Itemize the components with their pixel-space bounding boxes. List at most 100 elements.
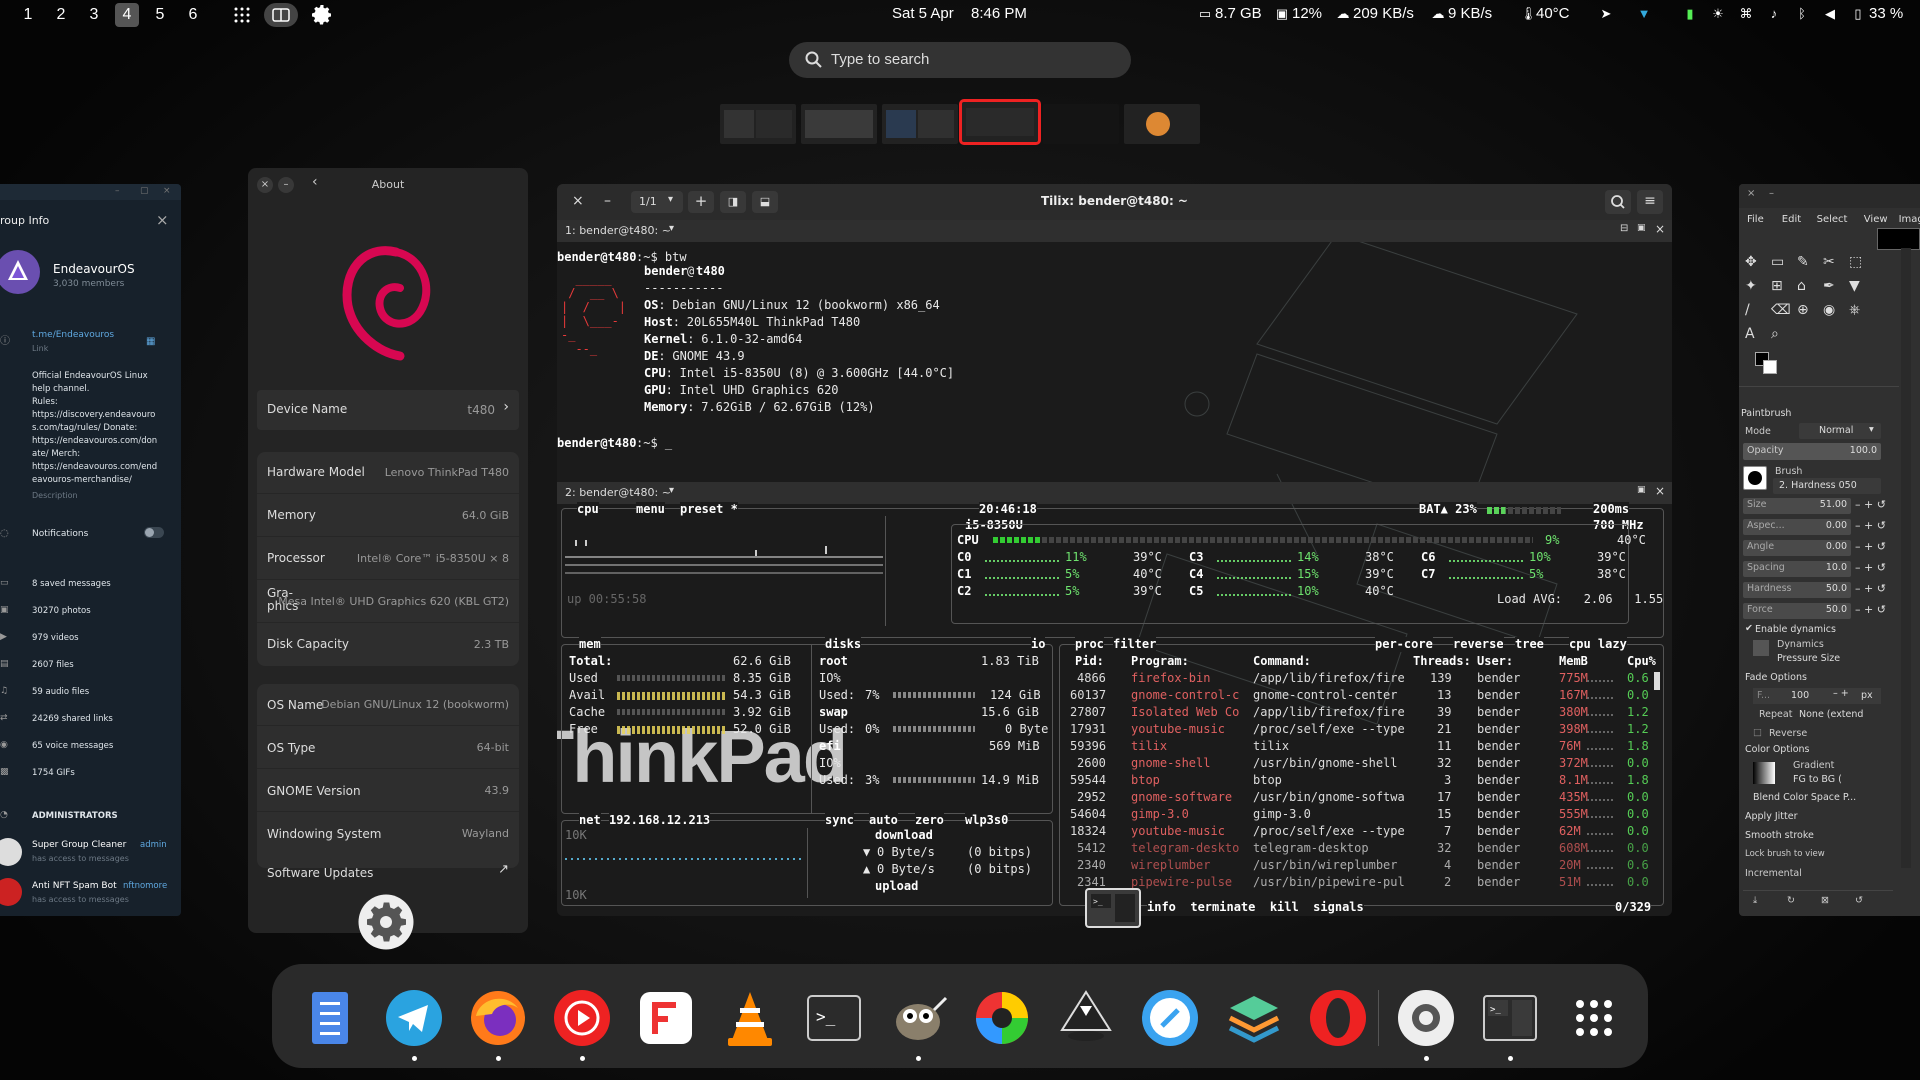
tool-param-slider[interactable]: Spacing 10.0 — [1743, 561, 1851, 577]
btop-proc-row[interactable]: 2952 gnome-software/usr/bin/gnome-softwa 1… — [1061, 790, 1661, 806]
qr-code-icon[interactable]: ▦ — [146, 336, 155, 347]
btop-preset-tab[interactable]: preset * — [680, 502, 738, 517]
rect-select-icon[interactable]: ▭ — [1771, 254, 1784, 270]
battery-icon[interactable]: ▯ — [1850, 6, 1866, 22]
dock-vlc-icon[interactable] — [718, 986, 782, 1050]
minimize-button[interactable]: – — [115, 186, 120, 196]
gimp-menu-item[interactable]: Edit — [1782, 214, 1801, 225]
workspace-3[interactable]: 3 — [82, 3, 106, 27]
dock-app-grid-icon[interactable] — [1562, 986, 1626, 1050]
dock-tilix-icon[interactable]: >_ — [1478, 986, 1542, 1050]
btop-proc-row[interactable]: 18324 youtube-music/proc/self/exe --type 7… — [1061, 824, 1661, 840]
lock-brush-checkbox[interactable]: Lock brush to view — [1745, 849, 1825, 859]
btop-net-tab[interactable]: net — [579, 813, 601, 828]
admin-name-1[interactable]: Super Group Cleaner — [32, 840, 126, 850]
mode-dropdown[interactable]: Normal ▾ — [1799, 423, 1881, 439]
terminal-2-close-icon[interactable]: × — [1655, 484, 1665, 498]
close-button[interactable]: × — [1747, 188, 1755, 199]
terminal-1-pin-icon[interactable]: ⊟ — [1620, 223, 1628, 234]
terminal-1[interactable]: bender@t480 :~$ btw _____ / __ \ | / | |… — [557, 242, 1672, 482]
dock-inkscape-icon[interactable] — [1054, 986, 1118, 1050]
btop-rate[interactable]: 200ms — [1593, 502, 1630, 517]
brush-selector[interactable]: 2. Hardness 050 — [1773, 478, 1881, 494]
tool-param-slider[interactable]: Hardness 50.0 — [1743, 582, 1851, 598]
hamburger-menu-icon[interactable]: ≡ — [1637, 190, 1663, 214]
stat-item[interactable]: 8 saved messages — [32, 579, 111, 589]
minimize-button[interactable]: – — [1769, 188, 1774, 199]
dock-shortwave-icon[interactable] — [1138, 986, 1202, 1050]
zoom-icon[interactable]: ⌕ — [1771, 326, 1779, 342]
enable-dynamics-checkbox[interactable]: ✔ — [1745, 623, 1753, 634]
dock-opera-icon[interactable] — [1306, 986, 1370, 1050]
workspace-1[interactable]: 1 — [16, 3, 40, 27]
dock-files-icon[interactable] — [298, 986, 362, 1050]
reverse-checkbox[interactable]: Reverse — [1769, 728, 1807, 739]
gradient-value[interactable]: FG to BG ( — [1793, 774, 1842, 785]
close-icon[interactable]: × — [156, 211, 169, 229]
btop-tree[interactable]: tree — [1515, 637, 1544, 652]
stat-item[interactable]: 65 voice messages — [32, 741, 113, 751]
tool-param-slider[interactable]: Force 50.0 — [1743, 603, 1851, 619]
delete-preset-icon[interactable]: ⊠ — [1821, 895, 1829, 906]
bucket-fill-icon[interactable]: ⌂ — [1797, 278, 1806, 294]
app-grid-icon[interactable] — [234, 7, 250, 23]
fuzzy-select-icon[interactable]: ✂ — [1823, 254, 1835, 270]
btop-panel[interactable]: cpu menu preset * 20:46:18 BAT▲ 23% 200m… — [557, 502, 1672, 916]
fade-options[interactable]: Fade Options — [1745, 672, 1807, 683]
dock-youtube-music-icon[interactable] — [550, 986, 614, 1050]
dock-firefox-icon[interactable] — [466, 986, 530, 1050]
btop-proc-row[interactable]: 60137 gnome-control-c gnome-control-center… — [1061, 688, 1661, 704]
btop-proc-row[interactable]: 2600 gnome-shell/usr/bin/gnome-shell 32 ben… — [1061, 756, 1661, 772]
admin-name-2[interactable]: Anti NFT Spam Bot — [32, 881, 117, 891]
brush-preview[interactable] — [1743, 466, 1767, 490]
param-stepper[interactable]: – + ↺ — [1855, 498, 1886, 511]
dock-layers-icon[interactable] — [1222, 986, 1286, 1050]
dock-gimp-icon[interactable] — [886, 986, 950, 1050]
tool-param-slider[interactable]: Angle 0.00 — [1743, 540, 1851, 556]
eraser-icon[interactable]: ▼ — [1849, 278, 1860, 294]
btop-proc-row[interactable]: 59544 btop btop 3 bender 8.1M 1.8 — [1061, 773, 1661, 789]
network-icon[interactable]: ⌘ — [1738, 6, 1754, 22]
btop-cpu-tab[interactable]: cpu — [577, 502, 599, 517]
gradient-preview[interactable] — [1753, 762, 1775, 784]
stat-item[interactable]: 1754 GIFs — [32, 768, 75, 778]
workspace-5[interactable]: 5 — [148, 3, 172, 27]
group-link[interactable]: t.me/Endeavouros — [32, 330, 114, 340]
brightness-icon[interactable]: ☀ — [1710, 6, 1726, 22]
dock-flathub-icon[interactable] — [634, 986, 698, 1050]
repeat-value[interactable]: None (extend — [1799, 709, 1863, 720]
vpn-icon[interactable]: ▼ — [1636, 6, 1652, 22]
workspace-thumbnail-4[interactable] — [959, 99, 1041, 145]
save-preset-icon[interactable]: ⤓ — [1753, 895, 1757, 906]
dock-settings-icon[interactable] — [1394, 986, 1458, 1050]
terminal-1-close-icon[interactable]: × — [1655, 222, 1665, 236]
terminal-1-maximize-icon[interactable]: ▣ — [1637, 223, 1646, 233]
dynamics-value[interactable]: Pressure Size — [1777, 653, 1840, 664]
gimp-menu-item[interactable]: Select — [1817, 214, 1848, 225]
search-button[interactable] — [1605, 190, 1631, 214]
btop-col-mem[interactable]: MemB — [1559, 654, 1588, 669]
gimp-menu-item[interactable]: File — [1747, 214, 1764, 225]
blend-color-space[interactable]: Blend Color Space P... — [1753, 792, 1856, 803]
stat-item[interactable]: 24269 shared links — [32, 714, 113, 724]
btop-col-threads[interactable]: Threads: — [1413, 654, 1471, 669]
close-button[interactable]: × — [163, 186, 171, 196]
fade-unit[interactable]: px — [1861, 690, 1873, 701]
lasso-icon[interactable]: ✎ — [1797, 254, 1809, 270]
fade-length[interactable]: 100 — [1791, 690, 1809, 701]
text-icon[interactable]: A — [1745, 326, 1755, 342]
settings-gear-icon[interactable] — [310, 3, 334, 27]
color-options[interactable]: Color Options — [1745, 744, 1809, 755]
move-tool-icon[interactable]: ✥ — [1745, 254, 1757, 270]
btop-io-tab[interactable]: io — [1031, 637, 1046, 652]
heal-icon[interactable]: ⊕ — [1797, 302, 1809, 318]
stat-item[interactable]: 30270 photos — [32, 606, 91, 616]
dodge-icon[interactable]: ◉ — [1823, 302, 1835, 318]
software-updates-row[interactable]: Software Updates ↗ — [257, 852, 519, 892]
reset-icon[interactable]: ↺ — [1855, 895, 1863, 906]
opacity-slider[interactable]: Opacity 100.0 — [1743, 443, 1881, 460]
param-stepper[interactable]: – + ↺ — [1855, 582, 1886, 595]
btop-col-command[interactable]: Command: — [1253, 654, 1311, 669]
restore-preset-icon[interactable]: ↻ — [1787, 895, 1795, 906]
telegram-tray-icon[interactable]: ➤ — [1598, 6, 1614, 22]
